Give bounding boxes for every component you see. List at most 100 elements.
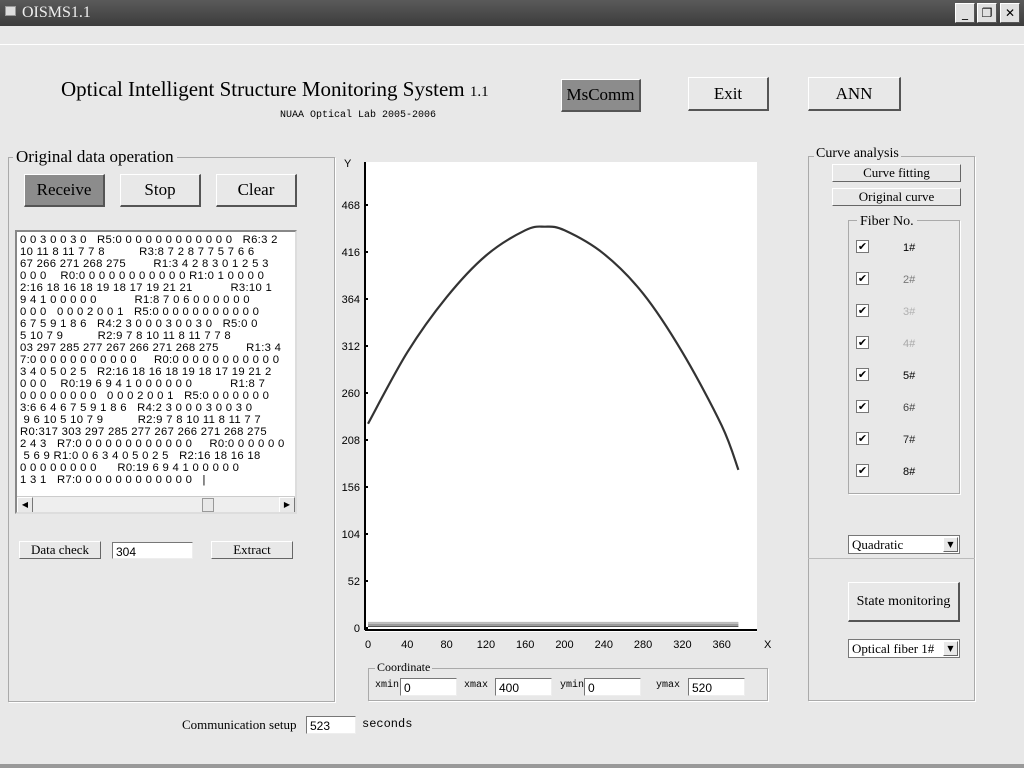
data-line: 5 6 9 R1:0 0 6 3 4 0 5 0 2 5 R2:16 18 16… xyxy=(20,450,261,462)
y-tick-label: 416 xyxy=(342,247,360,259)
data-line: R0:317 303 297 285 277 267 266 271 268 2… xyxy=(20,426,267,438)
x-tick-label: 320 xyxy=(673,639,691,651)
scroll-left-arrow-icon[interactable]: ◀ xyxy=(17,497,33,512)
x-tick-label: 40 xyxy=(401,639,413,651)
restore-button[interactable]: ❐ xyxy=(977,3,997,23)
communication-label: Communication setup xyxy=(182,717,297,732)
state-monitoring-button[interactable]: State monitoring xyxy=(848,582,960,622)
fiber-checkbox[interactable]: ✔ xyxy=(856,464,869,477)
data-line: 9 4 1 0 0 0 0 0 R1:8 7 0 6 0 0 0 0 0 0 xyxy=(20,294,250,306)
fiber-select-value: Optical fiber 1# xyxy=(852,641,935,656)
fiber-checkbox[interactable]: ✔ xyxy=(856,336,869,349)
fiber-label: 3# xyxy=(903,306,916,318)
scroll-right-arrow-icon[interactable]: ▶ xyxy=(279,497,295,512)
x-tick-label: 240 xyxy=(595,639,613,651)
x-tick-label: 360 xyxy=(713,639,731,651)
data-line: 7:0 0 0 0 0 0 0 0 0 0 0 R0:0 0 0 0 0 0 0… xyxy=(20,354,280,366)
y-tick-label: 364 xyxy=(342,294,360,306)
data-line: 03 297 285 277 267 266 271 268 275 R1:3 … xyxy=(20,342,282,354)
fiber-label: 6# xyxy=(903,402,916,414)
extract-button[interactable]: Extract xyxy=(211,541,293,559)
clear-button[interactable]: Clear xyxy=(216,174,297,207)
fiber-checkbox[interactable]: ✔ xyxy=(856,368,869,381)
minimize-button[interactable]: _ xyxy=(955,3,975,23)
original-data-legend: Original data operation xyxy=(13,147,177,167)
y-tick-label: 52 xyxy=(348,576,360,588)
fiber-checkbox[interactable]: ✔ xyxy=(856,272,869,285)
curve-fitting-button[interactable]: Curve fitting xyxy=(832,164,961,182)
close-button[interactable]: ✕ xyxy=(1000,3,1020,23)
mscomm-button[interactable]: MsComm xyxy=(561,79,641,112)
fiber-group xyxy=(848,220,960,494)
y-tick-label: 260 xyxy=(342,388,360,400)
y-tick-label: 0 xyxy=(354,623,360,635)
communication-field[interactable]: 523 xyxy=(306,716,356,734)
data-check-button[interactable]: Data check xyxy=(19,541,101,559)
data-line: 3:6 6 4 6 7 5 9 1 8 6 R4:2 3 0 0 0 3 0 0… xyxy=(20,402,253,414)
curve-analysis-legend: Curve analysis xyxy=(814,146,901,162)
fiber-checkbox[interactable]: ✔ xyxy=(856,240,869,253)
coordinate-legend: Coordinate xyxy=(375,660,433,675)
chevron-down-icon[interactable]: ▼ xyxy=(943,537,958,552)
data-line: 1 3 1 R7:0 0 0 0 0 0 0 0 0 0 0 0 | xyxy=(20,474,206,486)
scroll-thumb[interactable] xyxy=(202,498,214,512)
title-bar: OISMS1.1 _ ❐ ✕ xyxy=(0,0,1024,26)
data-line: 0 0 3 0 0 3 0 R5:0 0 0 0 0 0 0 0 0 0 0 0… xyxy=(20,234,278,246)
fiber-label: 1# xyxy=(903,242,916,254)
x-tick-label: 160 xyxy=(516,639,534,651)
x-tick-label: 80 xyxy=(440,639,452,651)
data-line: 6 7 5 9 1 8 6 R4:2 3 0 0 0 3 0 0 3 0 R5:… xyxy=(20,318,258,330)
data-line: 3 4 0 5 0 2 5 R2:16 18 16 18 19 18 17 19… xyxy=(20,366,272,378)
app-icon xyxy=(5,6,16,16)
version-text: 1.1 xyxy=(469,84,489,100)
stop-button[interactable]: Stop xyxy=(120,174,201,207)
page-title: Optical Intelligent Structure Monitoring… xyxy=(61,77,489,102)
divider xyxy=(808,558,975,559)
data-line: 0 0 0 0 0 0 0 0 R0:19 6 9 4 1 0 0 0 0 0 xyxy=(20,462,240,474)
data-line: 9 6 10 5 10 7 9 R2:9 7 8 10 11 8 11 7 7 xyxy=(20,414,262,426)
xmax-label: xmax xyxy=(464,680,489,691)
window-title: OISMS1.1 xyxy=(22,4,91,21)
fiber-legend: Fiber No. xyxy=(857,214,917,230)
data-line: 0 0 0 R0:19 6 9 4 1 0 0 0 0 0 0 R1:8 7 xyxy=(20,378,266,390)
fiber-label: 2# xyxy=(903,274,916,286)
x-tick-label: 0 xyxy=(365,639,371,651)
fiber-select[interactable]: Optical fiber 1# ▼ xyxy=(848,639,960,658)
data-line: 0 0 0 0 0 0 0 0 0 0 0 2 0 0 1 R5:0 0 0 0… xyxy=(20,390,270,402)
y-axis-label: Y xyxy=(344,158,352,170)
y-tick-label: 104 xyxy=(342,529,360,541)
ymax-field[interactable]: 520 xyxy=(688,678,745,696)
fit-type-select[interactable]: Quadratic ▼ xyxy=(848,535,960,554)
chevron-down-icon[interactable]: ▼ xyxy=(943,641,958,656)
ann-button[interactable]: ANN xyxy=(808,77,901,111)
divider xyxy=(0,44,1024,45)
received-data-textarea[interactable]: 0 0 3 0 0 3 0 R5:0 0 0 0 0 0 0 0 0 0 0 0… xyxy=(15,230,297,514)
fit-type-value: Quadratic xyxy=(852,537,904,552)
data-check-field[interactable]: 304 xyxy=(112,542,193,559)
original-curve-button[interactable]: Original curve xyxy=(832,188,961,206)
data-line: 2 4 3 R7:0 0 0 0 0 0 0 0 0 0 0 0 R0:0 0 … xyxy=(20,438,285,450)
xmin-field[interactable]: 0 xyxy=(400,678,457,696)
xmax-field[interactable]: 400 xyxy=(495,678,552,696)
fiber-label: 5# xyxy=(903,370,916,382)
subtitle: NUAA Optical Lab 2005-2006 xyxy=(280,110,437,121)
exit-button[interactable]: Exit xyxy=(688,77,769,111)
fiber-checkbox[interactable]: ✔ xyxy=(856,432,869,445)
fiber-label: 4# xyxy=(903,338,916,350)
fiber-checkbox[interactable]: ✔ xyxy=(856,304,869,317)
y-tick-label: 208 xyxy=(342,435,360,447)
ymax-label: ymax xyxy=(656,680,681,691)
plot-area xyxy=(365,162,757,632)
xmin-label: xmin xyxy=(375,680,400,691)
horizontal-scrollbar[interactable]: ◀ ▶ xyxy=(17,496,295,512)
x-tick-label: 200 xyxy=(555,639,573,651)
x-tick-label: 280 xyxy=(634,639,652,651)
fiber-checkbox[interactable]: ✔ xyxy=(856,400,869,413)
ymin-field[interactable]: 0 xyxy=(584,678,641,696)
bottom-border xyxy=(0,764,1024,768)
y-tick-label: 156 xyxy=(342,482,360,494)
received-data-text: 0 0 3 0 0 3 0 R5:0 0 0 0 0 0 0 0 0 0 0 0… xyxy=(17,232,295,488)
title-text: Optical Intelligent Structure Monitoring… xyxy=(61,77,465,101)
receive-button[interactable]: Receive xyxy=(24,174,105,207)
x-tick-label: 120 xyxy=(477,639,495,651)
